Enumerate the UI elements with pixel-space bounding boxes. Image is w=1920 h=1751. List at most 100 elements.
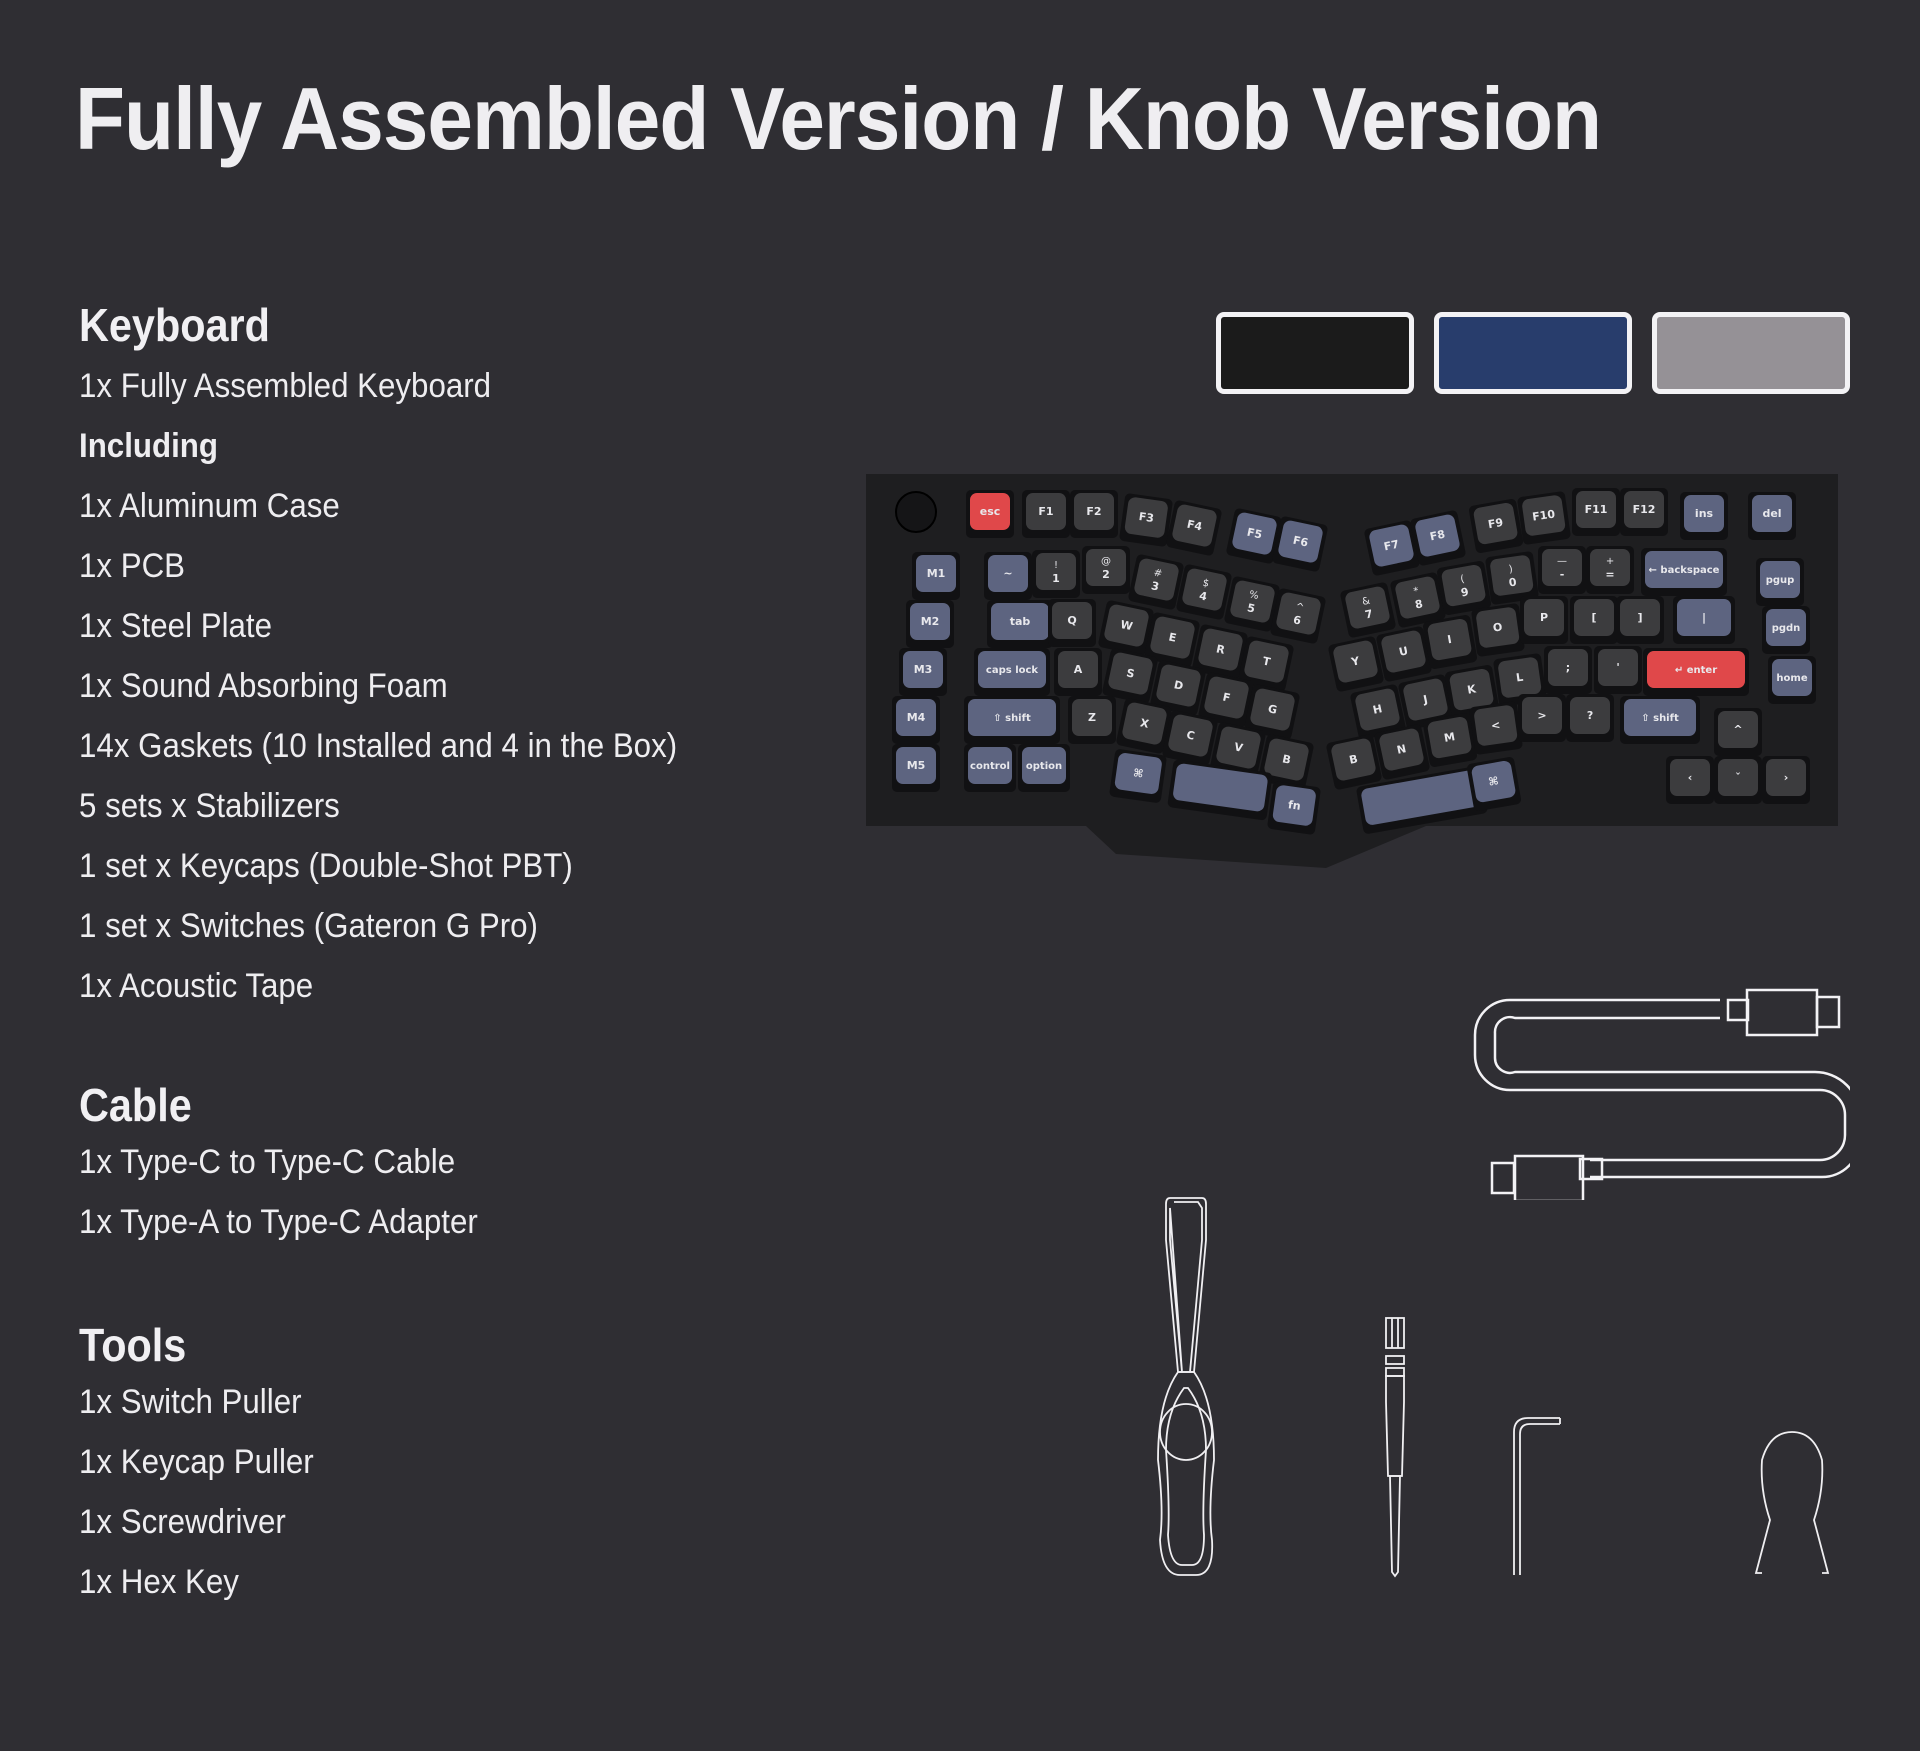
key: —- [1538,546,1586,594]
key: I [1422,614,1478,670]
key: ] [1616,596,1664,644]
key-legend: pgdn [1772,623,1801,634]
key: del [1748,492,1796,540]
key: N [1374,724,1430,780]
key-legend: ‹ [1688,771,1693,784]
cable-section: Cable 1x Type-C to Type-C Cable 1x Type-… [79,1078,512,1252]
keycap-puller-icon [1754,1431,1830,1574]
key: F3 [1119,493,1173,547]
key: ~ [984,552,1032,600]
key: M [1422,712,1478,768]
list-item: 1x Type-C to Type-C Cable [79,1143,456,1181]
key: F8 [1410,510,1466,566]
key: Q [1048,599,1096,647]
key-legend: ˇ [1735,771,1741,784]
key-legend-shift: — [1557,556,1567,567]
color-swatch-black[interactable] [1216,312,1414,394]
key-legend: fn [1287,798,1301,813]
key-legend: F11 [1585,503,1608,516]
key: &7 [1340,582,1396,638]
list-item: 5 sets x Stabilizers [79,787,340,825]
key-legend: < [1490,718,1501,732]
key-legend: = [1605,568,1614,581]
key: @2 [1082,546,1130,594]
key-legend: 1 [1052,572,1060,585]
key-legend: ~ [1003,567,1012,580]
key: caps lock [974,648,1050,696]
key: ; [1544,646,1592,694]
key: ← backspace [1641,548,1727,596]
key: F4 [1166,500,1222,556]
key-legend: [ [1591,611,1596,624]
key-legend: F2 [1086,505,1101,518]
key-legend: - [1560,568,1565,581]
key: ' [1594,646,1642,694]
key-legend: 2 [1102,568,1110,581]
key: pgdn [1762,606,1810,654]
key: B [1326,734,1382,790]
key-legend: > [1537,709,1546,722]
key: < [1469,701,1523,755]
key-legend: M [1443,730,1456,745]
color-swatch-gray[interactable] [1652,312,1850,394]
key-legend: ins [1695,507,1714,520]
list-item: 14x Gaskets (10 Installed and 4 in the B… [79,727,678,765]
keyboard-section: Keyboard 1x Fully Assembled Keyboard Inc… [79,298,729,1016]
key: ^ [1714,708,1762,756]
key-legend: ^ [1733,723,1742,736]
list-item: 1x Screwdriver [79,1503,286,1541]
key: (9 [1436,560,1492,616]
key: P [1520,596,1568,644]
key-legend: ← backspace [1649,565,1720,576]
key: $4 [1176,564,1232,620]
key: M1 [912,552,960,600]
key-legend: pgup [1766,575,1795,586]
list-item: 1x Fully Assembled Keyboard [79,367,492,405]
key-legend: M3 [914,663,933,676]
key: [ [1570,596,1618,644]
key-legend-shift: ! [1054,560,1058,571]
list-item: 1x Steel Plate [79,607,273,645]
key: F6 [1272,516,1328,572]
key-legend-shift: + [1606,556,1614,567]
key: S [1102,648,1158,704]
key: ‹ [1666,756,1714,804]
key-legend: M5 [907,759,926,772]
key: += [1586,546,1634,594]
key: !1 [1032,550,1080,598]
key-legend: tab [1010,615,1031,628]
tools-section: Tools 1x Switch Puller 1x Keycap Puller … [79,1318,334,1612]
key-legend: control [970,761,1010,772]
switch-puller-icon [1157,1197,1215,1576]
key: tab [987,600,1053,648]
key-legend: P [1540,611,1548,624]
key: › [1762,756,1810,804]
key: ˇ [1714,756,1762,804]
key-legend: F1 [1038,505,1053,518]
key: ⌘ [1109,749,1167,803]
key: M4 [892,696,940,744]
key: A [1054,648,1102,696]
key-legend: del [1762,507,1781,520]
key: M5 [892,744,940,792]
tools-illustration [1157,1197,1830,1578]
key: F12 [1620,488,1668,536]
key-legend: › [1784,771,1789,784]
key: > [1518,694,1566,742]
key-legend: F12 [1633,503,1656,516]
list-item: 1x Acoustic Tape [79,967,314,1005]
key: ⇧ shift [964,696,1060,744]
key: ↵ enter [1643,648,1749,696]
key: ⇧ shift [1620,696,1700,744]
color-swatch-navy[interactable] [1434,312,1632,394]
hex-key-icon [1513,1417,1561,1575]
key-legend: caps lock [986,665,1038,676]
knob [895,491,937,533]
list-item: 1x PCB [79,547,186,585]
key: option [1018,744,1070,792]
key-legend: F9 [1487,516,1504,531]
key: esc [966,490,1014,538]
key-legend: home [1776,673,1807,684]
cable-heading: Cable [79,1079,192,1131]
key-legend: ⇧ shift [1641,713,1679,724]
